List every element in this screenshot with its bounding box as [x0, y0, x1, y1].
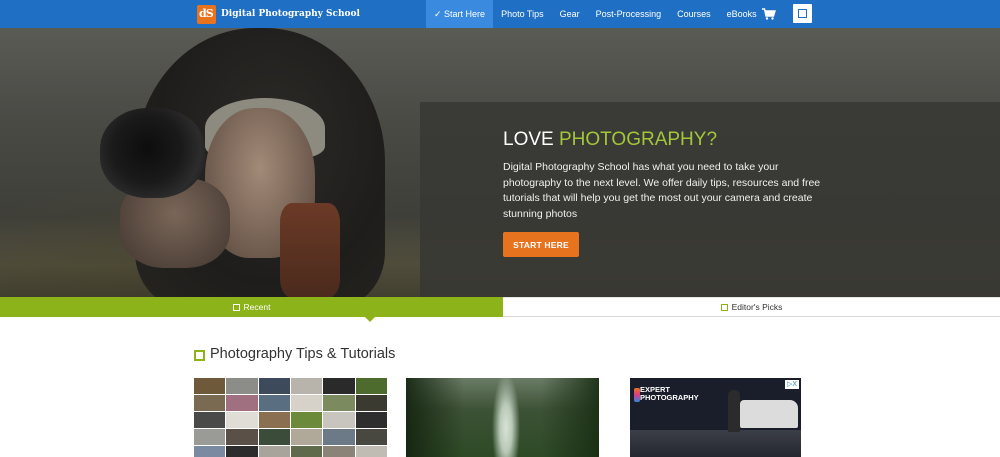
content-tabs: Recent Editor's Picks [0, 297, 1000, 317]
ad-image-truck [740, 400, 798, 428]
collage-thumbnail [323, 378, 355, 394]
collage-thumbnail [291, 412, 323, 428]
ad-brand-logo: EXPERT PHOTOGRAPHY [634, 386, 710, 402]
nav-item-gear[interactable]: Gear [552, 0, 588, 28]
collage-thumbnail [291, 378, 323, 394]
collage-thumbnail [323, 412, 355, 428]
top-nav-bar: dS Digital Photography School ✓ Start He… [0, 0, 1000, 28]
collage-thumbnail [258, 378, 290, 394]
square-icon [194, 350, 205, 361]
collage-thumbnail [226, 429, 258, 445]
collage-thumbnail [258, 446, 290, 457]
site-logo-icon: dS [197, 4, 216, 24]
nav-item-post-processing[interactable]: Post-Processing [588, 0, 670, 28]
active-tab-caret-icon [365, 317, 375, 322]
collage-thumbnail [291, 446, 323, 457]
collage-thumbnail [226, 378, 258, 394]
start-here-button[interactable]: START HERE [503, 232, 579, 257]
ad-card[interactable]: ▷X EXPERT PHOTOGRAPHY [630, 378, 801, 457]
tab-editors-picks[interactable]: Editor's Picks [503, 297, 1000, 317]
collage-thumbnail [194, 446, 226, 457]
hero-photo-camera [100, 108, 205, 198]
nav-item-ebooks[interactable]: eBooks [719, 0, 765, 28]
ad-image-person [728, 390, 740, 432]
site-brand[interactable]: dS Digital Photography School [197, 4, 360, 24]
hero-title-part1: LOVE [503, 129, 559, 150]
collage-thumbnail [323, 395, 355, 411]
square-icon [720, 303, 728, 311]
collage-thumbnail [194, 395, 226, 411]
section-title: Photography Tips & Tutorials [210, 346, 396, 362]
ad-brand-line2: PHOTOGRAPHY [640, 393, 699, 402]
collage-thumbnail [291, 395, 323, 411]
tab-recent-label: Recent [243, 302, 271, 312]
collage-thumbnail [258, 429, 290, 445]
nav-item-courses[interactable]: Courses [669, 0, 719, 28]
site-name: Digital Photography School [221, 9, 360, 19]
collage-thumbnail [194, 429, 226, 445]
collage-thumbnail [355, 412, 387, 428]
collage-thumbnail [323, 429, 355, 445]
ad-logo-mark-icon [634, 388, 640, 402]
square-icon[interactable] [793, 4, 812, 23]
article-card-waterfall[interactable] [406, 378, 599, 457]
collage-thumbnail [355, 395, 387, 411]
tab-recent[interactable]: Recent [0, 297, 503, 317]
nav-item-start-here[interactable]: ✓ Start Here [426, 0, 494, 28]
collage-thumbnail [194, 378, 226, 394]
hero-description: Digital Photography School has what you … [503, 161, 821, 220]
hero-banner [0, 28, 1000, 297]
tab-editors-label: Editor's Picks [731, 302, 783, 312]
collage-thumbnail [226, 412, 258, 428]
article-card-collage[interactable] [194, 378, 387, 457]
ad-image-ground [630, 430, 801, 457]
hero-title: LOVE PHOTOGRAPHY? [503, 129, 717, 151]
nav-item-photo-tips[interactable]: Photo Tips [493, 0, 552, 28]
collage-thumbnail [291, 429, 323, 445]
main-menu: ✓ Start Here Photo Tips Gear Post-Proces… [426, 0, 765, 28]
collage-thumbnail [226, 446, 258, 457]
ad-choices-badge[interactable]: ▷X [784, 380, 799, 389]
collage-thumbnail [355, 446, 387, 457]
collage-thumbnail [258, 395, 290, 411]
collage-thumbnail [226, 395, 258, 411]
cart-icon[interactable] [762, 8, 776, 20]
collage-thumbnail [323, 446, 355, 457]
square-icon [232, 303, 240, 311]
collage-thumbnail [355, 429, 387, 445]
collage-thumbnail [355, 378, 387, 394]
collage-thumbnail [194, 412, 226, 428]
hero-title-accent: PHOTOGRAPHY? [558, 129, 718, 150]
hero-photo-scarf [280, 203, 340, 297]
collage-thumbnail [258, 412, 290, 428]
